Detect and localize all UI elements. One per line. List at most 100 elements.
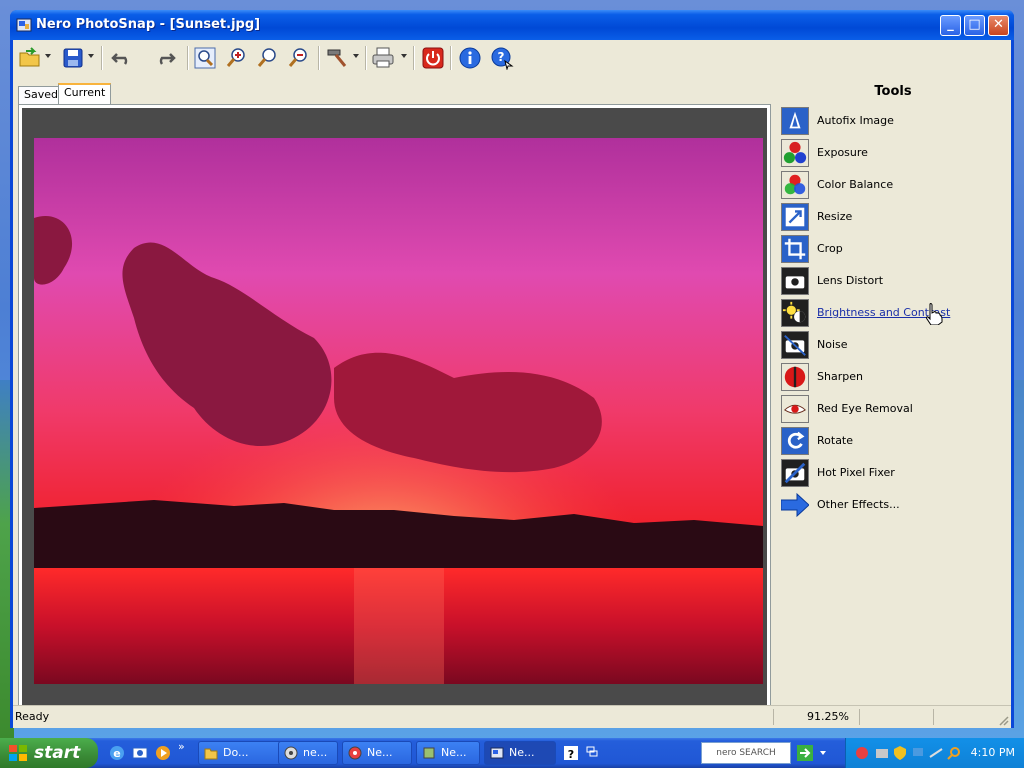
tab-current[interactable]: Current xyxy=(58,83,112,104)
tool-label: Exposure xyxy=(817,146,868,159)
status-divider xyxy=(933,709,934,725)
start-button[interactable]: start xyxy=(0,738,98,768)
tool-label: Hot Pixel Fixer xyxy=(817,466,895,479)
zoom-out-icon[interactable] xyxy=(287,46,311,70)
open-dropdown-icon[interactable] xyxy=(45,54,51,58)
status-divider xyxy=(859,709,860,725)
tools-dropdown-icon[interactable] xyxy=(353,54,359,58)
search-tray-icon[interactable] xyxy=(946,745,962,761)
tool-label: Red Eye Removal xyxy=(817,402,913,415)
rotate-icon xyxy=(781,427,809,455)
tool-label: Color Balance xyxy=(817,178,894,191)
tray-icon-2[interactable] xyxy=(874,745,890,761)
tool-color-balance[interactable]: Color Balance xyxy=(781,170,1001,200)
task-button-4[interactable]: Ne... xyxy=(416,741,480,765)
internet-explorer-icon[interactable]: e xyxy=(108,744,126,762)
print-icon[interactable] xyxy=(371,46,395,70)
tool-label: Lens Distort xyxy=(817,274,884,287)
tool-label: Sharpen xyxy=(817,370,863,383)
window-title: Nero PhotoSnap - [Sunset.jpg] xyxy=(36,17,261,32)
svg-text:?: ? xyxy=(568,748,574,761)
tool-rotate[interactable]: Rotate xyxy=(781,426,1001,456)
nero-icon xyxy=(348,746,362,760)
security-shield-icon[interactable] xyxy=(892,745,908,761)
nero-search-box[interactable]: nero SEARCH xyxy=(701,742,791,764)
open-icon[interactable] xyxy=(18,46,42,70)
tool-label: Autofix Image xyxy=(817,114,894,127)
restore-windows-icon[interactable] xyxy=(586,744,598,762)
maximize-button[interactable]: □ xyxy=(964,15,985,36)
tool-resize[interactable]: Resize xyxy=(781,202,1001,232)
color-balance-icon xyxy=(781,171,809,199)
arrow-right-icon xyxy=(781,492,809,518)
nero-icon xyxy=(423,747,435,759)
window-client: ? Saved Current Tools Autofix Image Expo… xyxy=(13,40,1011,728)
tool-label: Resize xyxy=(817,210,853,223)
tray-icon-1[interactable] xyxy=(854,745,870,761)
minimize-button[interactable]: _ xyxy=(940,15,961,36)
toolbar-separator xyxy=(365,46,367,70)
system-tray: 4:10 PM xyxy=(845,738,1024,768)
save-dropdown-icon[interactable] xyxy=(88,54,94,58)
quicklaunch-overflow-icon[interactable]: » xyxy=(178,740,185,753)
image-view[interactable] xyxy=(18,104,771,711)
task-button-photosnap[interactable]: Ne... xyxy=(484,741,556,765)
help-tray-icon[interactable]: ? xyxy=(562,744,580,762)
zoom-fit-icon[interactable] xyxy=(193,46,217,70)
taskbar-clock[interactable]: 4:10 PM xyxy=(971,746,1015,759)
tray-icon-5[interactable] xyxy=(928,745,944,761)
search-dropdown-icon[interactable] xyxy=(820,751,826,755)
zoom-level: 91.25% xyxy=(807,710,849,723)
status-bar: Ready 91.25% xyxy=(13,705,1011,728)
tool-lens-distort[interactable]: Lens Distort xyxy=(781,266,1001,296)
hand-cursor-icon xyxy=(926,303,943,325)
tool-hot-pixel-fixer[interactable]: Hot Pixel Fixer xyxy=(781,458,1001,488)
task-label: Do... xyxy=(223,746,249,759)
exit-icon[interactable] xyxy=(421,46,445,70)
photosnap-app-icon xyxy=(490,747,504,759)
print-dropdown-icon[interactable] xyxy=(401,54,407,58)
tool-brightness-and-contrast[interactable]: Brightness and Contrast xyxy=(781,298,1001,328)
tool-autofix-image[interactable]: Autofix Image xyxy=(781,106,1001,136)
outlook-express-icon[interactable] xyxy=(131,744,149,762)
network-icon[interactable] xyxy=(910,745,926,761)
save-icon[interactable] xyxy=(61,46,85,70)
image-canvas-background xyxy=(22,108,767,707)
toolbar-separator xyxy=(101,46,103,70)
task-button-2[interactable]: ne... xyxy=(278,741,338,765)
tool-noise[interactable]: Noise xyxy=(781,330,1001,360)
resize-grip-icon[interactable] xyxy=(997,714,1009,726)
title-bar[interactable]: Nero PhotoSnap - [Sunset.jpg] _ □ ✕ xyxy=(10,10,1014,40)
svg-text:e: e xyxy=(113,747,120,760)
tools-hammer-icon[interactable] xyxy=(325,46,349,70)
noise-icon xyxy=(781,331,809,359)
folder-icon xyxy=(204,748,218,760)
undo-icon[interactable] xyxy=(110,46,134,70)
task-button-3[interactable]: Ne... xyxy=(342,741,412,765)
task-label: Ne... xyxy=(509,746,535,759)
tool-sharpen[interactable]: Sharpen xyxy=(781,362,1001,392)
media-player-icon[interactable] xyxy=(154,744,172,762)
tool-red-eye-removal[interactable]: Red Eye Removal xyxy=(781,394,1001,424)
tool-label: Rotate xyxy=(817,434,854,447)
windows-logo-icon xyxy=(9,745,27,761)
exposure-icon xyxy=(781,139,809,167)
tool-crop[interactable]: Crop xyxy=(781,234,1001,264)
toolbar-separator xyxy=(450,46,452,70)
hot-pixel-icon xyxy=(781,459,809,487)
go-arrow-icon[interactable] xyxy=(796,744,814,762)
autofix-icon xyxy=(781,107,809,135)
close-button[interactable]: ✕ xyxy=(988,15,1009,36)
info-icon[interactable] xyxy=(458,46,482,70)
redo-icon[interactable] xyxy=(153,46,177,70)
brightness-contrast-icon xyxy=(781,299,809,327)
zoom-in-icon[interactable] xyxy=(225,46,249,70)
lens-distort-icon xyxy=(781,267,809,295)
zoom-actual-icon[interactable] xyxy=(256,46,280,70)
tool-other-effects[interactable]: Other Effects... xyxy=(781,490,1001,520)
help-icon[interactable]: ? xyxy=(490,46,514,70)
task-label: Ne... xyxy=(441,746,467,759)
tool-exposure[interactable]: Exposure xyxy=(781,138,1001,168)
tool-label: Crop xyxy=(817,242,843,255)
start-label: start xyxy=(34,743,81,763)
